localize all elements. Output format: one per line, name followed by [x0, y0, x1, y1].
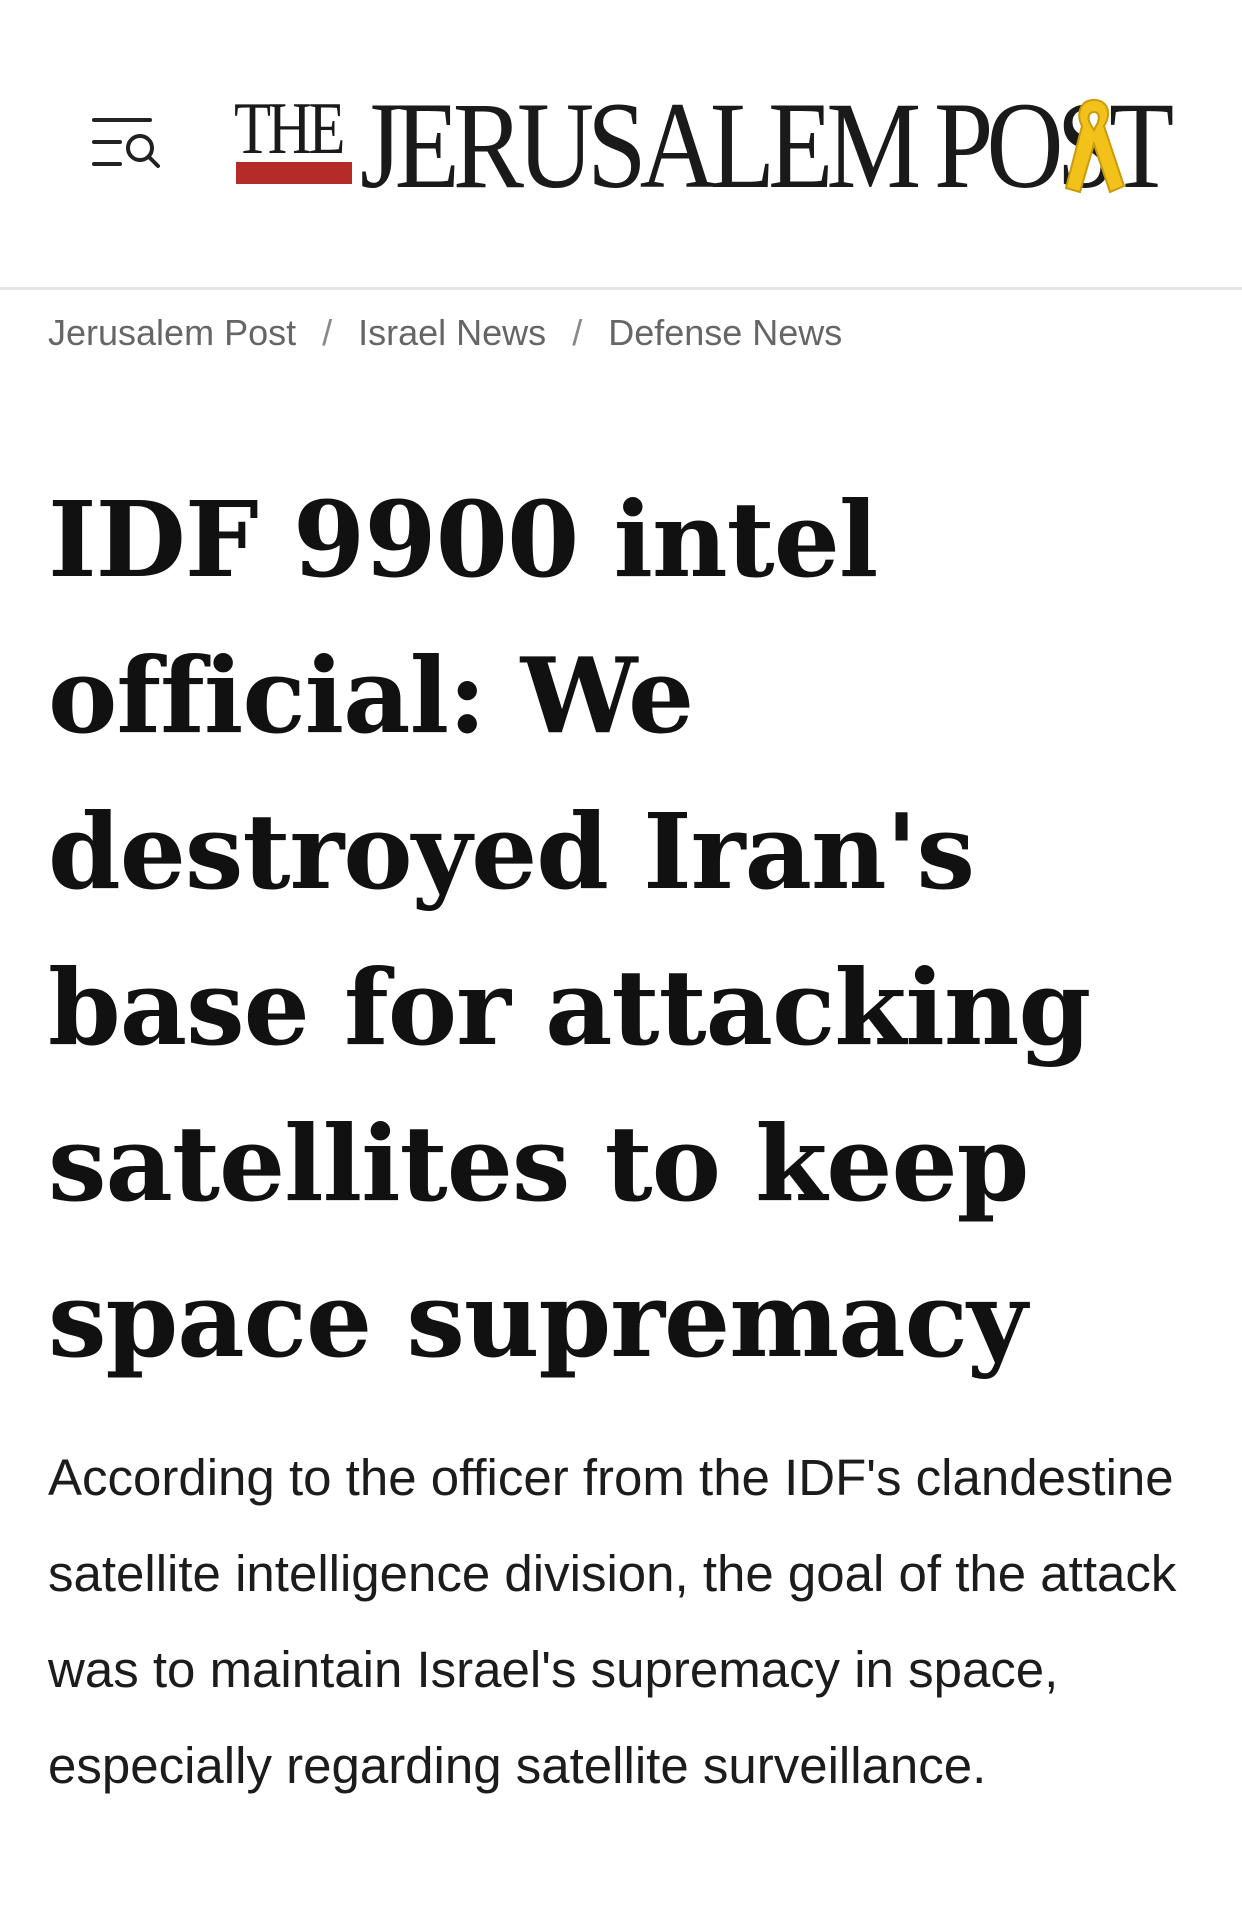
- menu-search-button[interactable]: [88, 112, 164, 172]
- breadcrumb-separator: /: [322, 312, 333, 353]
- logo-red-bar: [236, 162, 352, 184]
- yellow-ribbon-icon: [1064, 98, 1126, 194]
- menu-search-icon: [92, 118, 160, 168]
- logo-the-text: THE: [234, 88, 345, 170]
- article-subtitle: According to the officer from the IDF's …: [48, 1449, 1177, 1794]
- breadcrumb: Jerusalem Post / Israel News / Defense N…: [48, 308, 842, 358]
- breadcrumb-item-jerusalem-post[interactable]: Jerusalem Post: [48, 312, 296, 354]
- breadcrumb-item-israel-news[interactable]: Israel News: [358, 312, 546, 354]
- site-logo[interactable]: THE JERUSALEM POST: [232, 78, 1174, 218]
- article-headline: IDF 9900 intel official: We destroyed Ir…: [48, 478, 1091, 1381]
- breadcrumb-separator: /: [572, 312, 583, 353]
- breadcrumb-item-defense-news[interactable]: Defense News: [608, 312, 842, 354]
- logo-main-text: JERUSALEM POST: [360, 77, 1174, 214]
- site-header: THE JERUSALEM POST: [0, 0, 1242, 290]
